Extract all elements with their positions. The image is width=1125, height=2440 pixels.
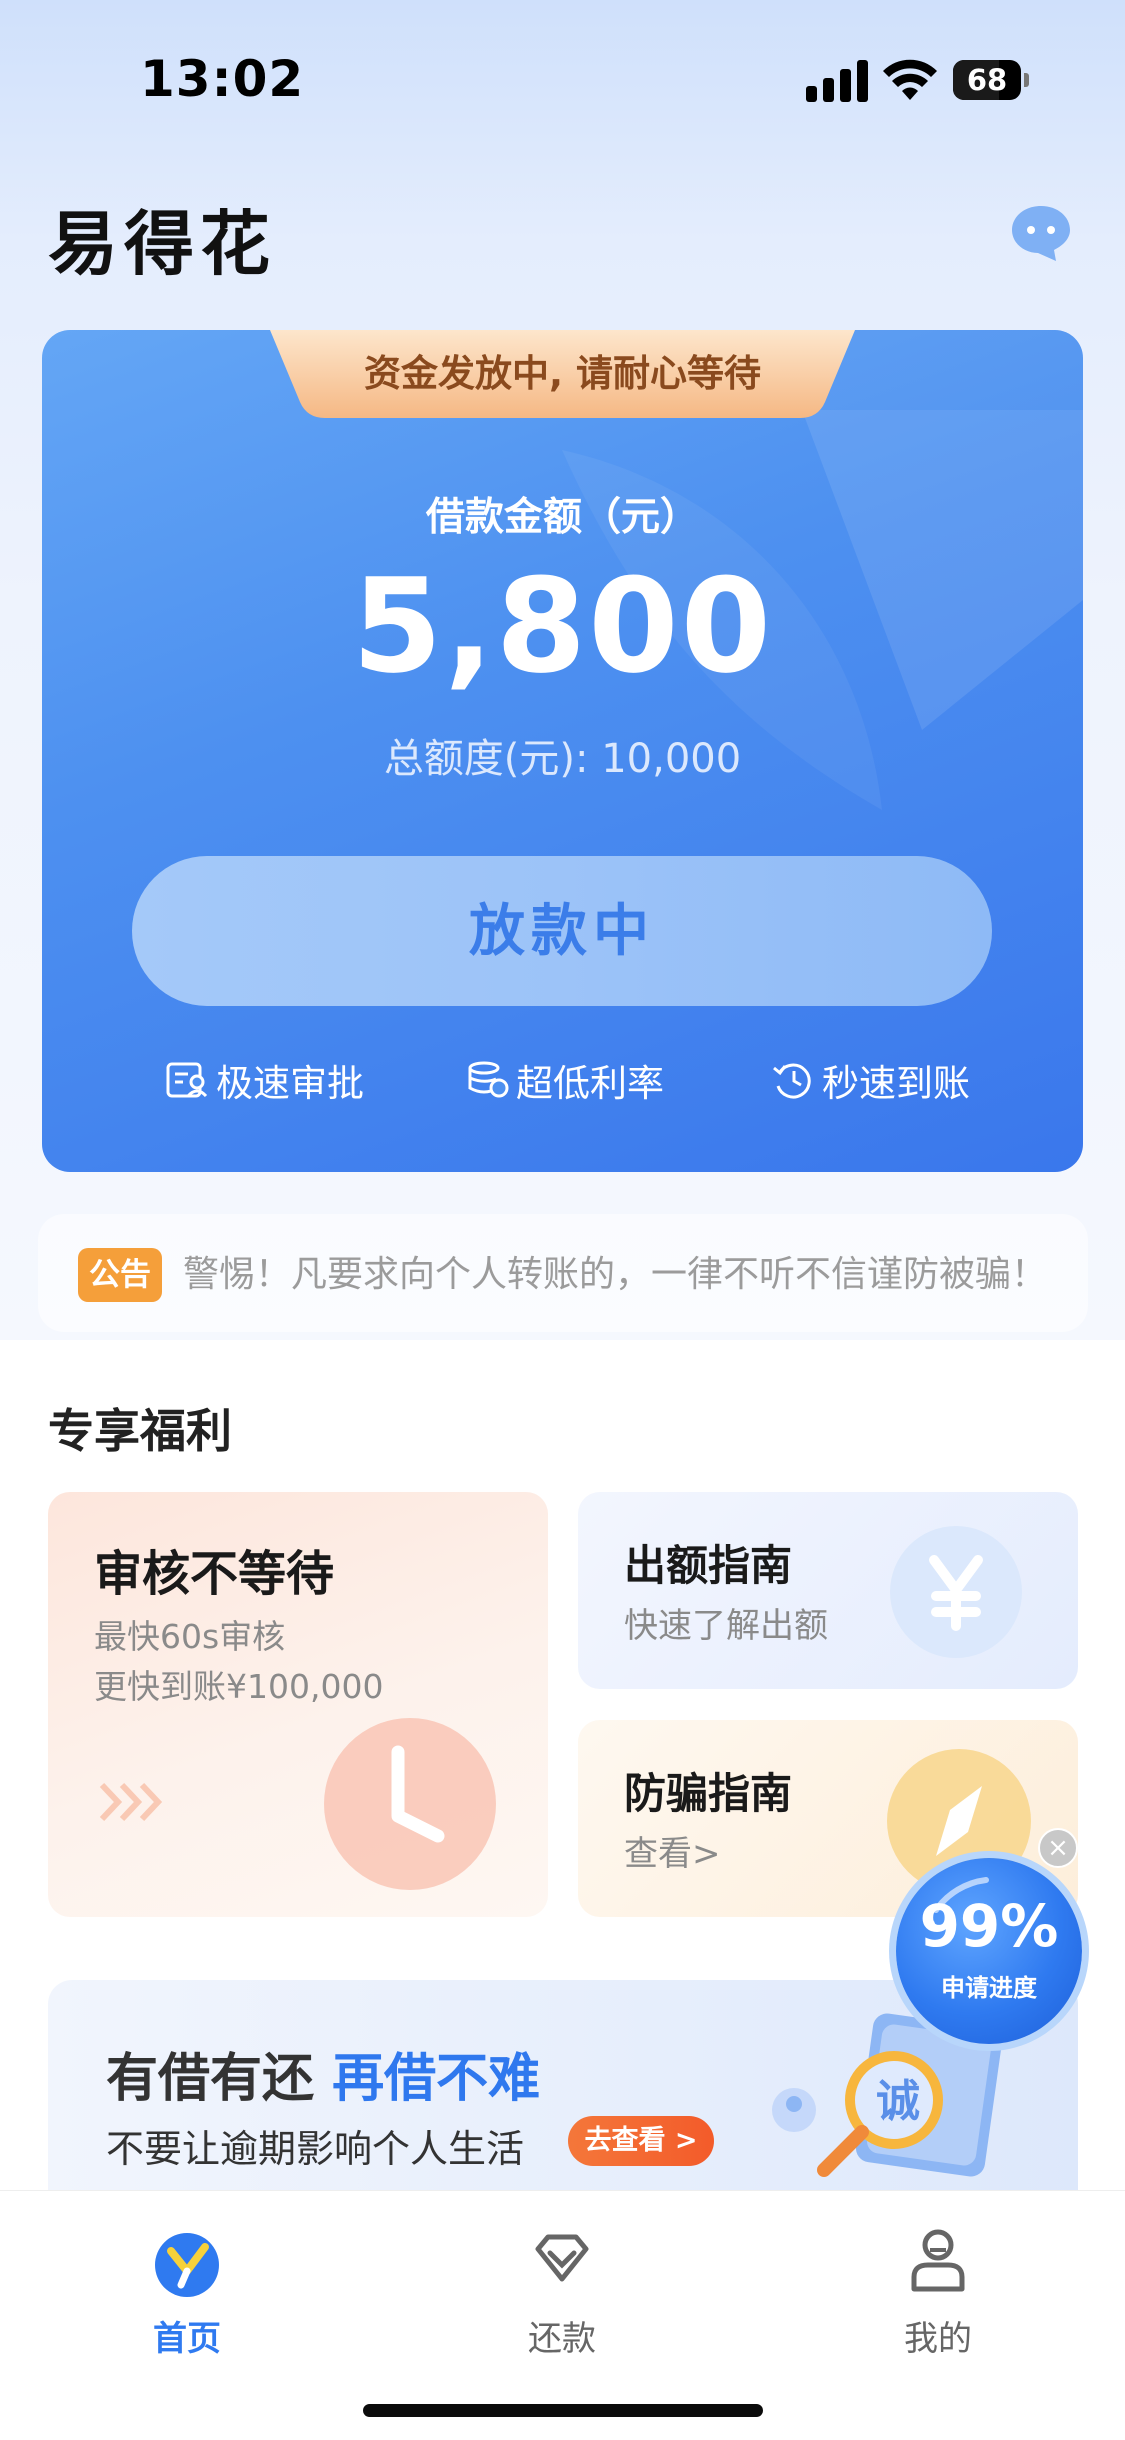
progress-label: 申请进度: [941, 1974, 1037, 2002]
approval-doc-icon: [166, 1062, 208, 1098]
profile-icon: [911, 2229, 965, 2292]
home-indicator: [363, 2404, 763, 2417]
close-icon[interactable]: ×: [1038, 1828, 1078, 1868]
progress-percent: 99%: [919, 1892, 1059, 1960]
banner-headline: 有借有还 再借不难: [106, 2036, 540, 2111]
banner-headline-part1: 有借有还: [106, 2049, 333, 2109]
arrows-icon: [99, 1782, 163, 1822]
battery-icon: 68: [953, 60, 1029, 100]
review-no-wait-card[interactable]: 审核不等待 最快60s审核 更快到账¥100,000: [48, 1492, 548, 1917]
banner-headline-accent: 再借不难: [332, 2049, 541, 2109]
repay-diamond-icon: [535, 2234, 589, 2282]
disbursing-status-button[interactable]: 放款中: [132, 856, 992, 1006]
svg-text:诚: 诚: [876, 2076, 920, 2127]
cellular-signal-icon: [806, 58, 868, 102]
announcement-text: 警惕！凡要求向个人转账的，一律不听不信谨防被骗！: [183, 1254, 1048, 1295]
announcement-bar[interactable]: 公告 警惕！凡要求向个人转账的，一律不听不信谨防被骗！: [38, 1214, 1088, 1332]
card-subtitle: 快速了解出额: [624, 1606, 828, 1646]
feature-fast-approval: 极速审批: [166, 1052, 364, 1108]
wifi-icon: [883, 59, 937, 100]
disbursing-ribbon: 资金发放中, 请耐心等待: [270, 330, 855, 418]
loan-amount-label: 借款金额（元）: [425, 495, 699, 540]
tab-mine[interactable]: 我的: [838, 2213, 1038, 2359]
feature-label: 极速审批: [216, 1062, 364, 1105]
app-title: 易得花: [48, 203, 276, 285]
feature-low-rate: 超低利率: [466, 1052, 664, 1108]
clock-icon: [324, 1718, 496, 1890]
loan-amount-value: 5,800: [351, 550, 774, 702]
card-line: 更快到账¥100,000: [94, 1667, 384, 1706]
ribbon-text: 资金发放中, 请耐心等待: [364, 352, 761, 395]
quota-guide-card[interactable]: 出额指南 快速了解出额: [578, 1492, 1078, 1689]
clock-history-icon: [773, 1063, 811, 1099]
tab-label: 还款: [528, 2319, 596, 2359]
feature-label: 秒速到账: [822, 1062, 970, 1105]
banner-view-button[interactable]: 去查看 >: [568, 2116, 714, 2166]
tab-home[interactable]: 首页: [87, 2213, 287, 2359]
feature-instant-arrival: 秒速到账: [772, 1052, 970, 1108]
benefits-title: 专享福利: [48, 1404, 232, 1458]
bottom-tab-bar: 首页 还款 我的: [0, 2190, 1125, 2440]
coins-stack-icon: [468, 1061, 509, 1098]
tab-label: 我的: [904, 2319, 972, 2359]
banner-subline: 不要让逾期影响个人生活: [106, 2127, 525, 2171]
loan-status-card: 资金发放中, 请耐心等待 借款金额（元） 5,800 总额度(元): 10,00…: [42, 330, 1083, 1172]
application-progress-widget[interactable]: 99% 申请进度 ×: [896, 1828, 1096, 2044]
tab-repay[interactable]: 还款: [462, 2213, 662, 2359]
home-logo-icon: [155, 2233, 219, 2297]
card-title: 防骗指南: [624, 1769, 793, 1818]
yen-icon: [890, 1526, 1022, 1658]
total-limit: 总额度(元): 10,000: [383, 736, 742, 782]
feature-label: 超低利率: [516, 1062, 664, 1105]
status-time: 13:02: [140, 50, 305, 108]
card-title: 出额指南: [624, 1541, 793, 1590]
card-subtitle: 查看>: [624, 1834, 721, 1874]
battery-percent: 68: [966, 63, 1008, 97]
announcement-tag: 公告: [78, 1248, 162, 1302]
tab-label: 首页: [153, 2319, 221, 2359]
card-title: 审核不等待: [94, 1546, 335, 1602]
card-line: 最快60s审核: [94, 1617, 286, 1656]
status-bar: 13:02 68: [0, 0, 1125, 140]
chat-bubble-icon[interactable]: [1008, 203, 1074, 263]
